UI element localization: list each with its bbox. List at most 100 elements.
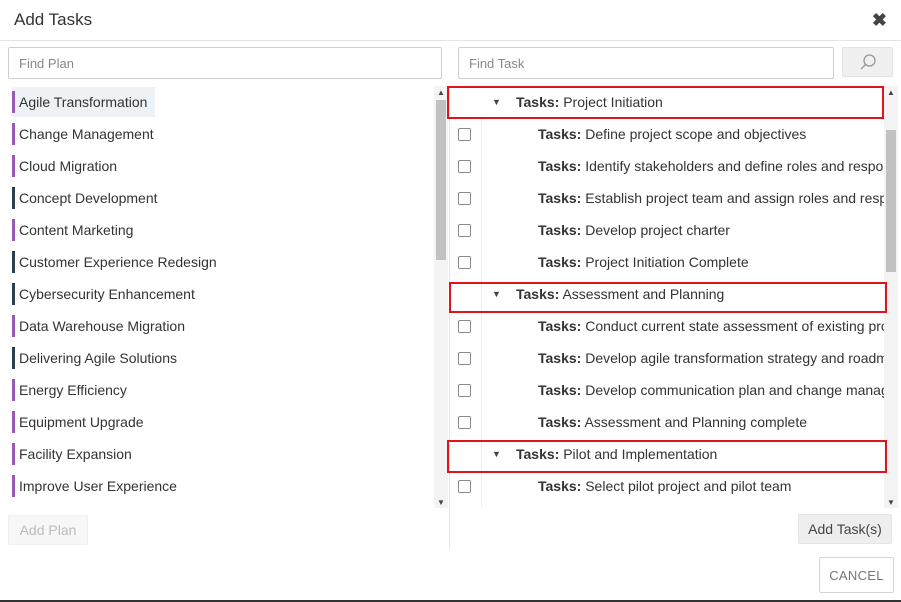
plan-item[interactable]: Improve User Experience [12,471,185,501]
task-prefix: Tasks: [538,382,582,398]
task-prefix: Tasks: [538,190,582,206]
task-checkbox[interactable] [458,223,471,237]
plan-list-scrollbar[interactable]: ▲ ▼ [434,86,448,508]
plan-color-bar [12,91,15,113]
task-checkbox[interactable] [458,383,471,397]
plan-item[interactable]: Facility Expansion [12,439,140,469]
cancel-button[interactable]: CANCEL [819,557,894,593]
task-name: Develop project charter [581,222,730,238]
task-prefix: Tasks: [538,478,582,494]
plan-item[interactable]: Energy Efficiency [12,375,135,405]
task-name: Assessment and Planning complete [581,414,808,430]
dialog-title: Add Tasks [14,10,93,29]
collapse-caret-icon[interactable]: ▼ [492,97,501,107]
task-checkbox[interactable] [458,191,471,205]
task-name: Define project scope and objectives [581,126,807,142]
task-row[interactable]: Tasks: Identify stakeholders and define … [450,150,884,182]
scroll-down-arrow-icon[interactable]: ▼ [884,496,898,508]
task-checkbox[interactable] [458,255,471,269]
plan-color-bar [12,219,15,241]
task-name: Assessment and Planning [559,286,725,302]
scroll-thumb[interactable] [886,130,896,272]
task-row[interactable]: Tasks: Project Initiation Complete [450,246,884,278]
plan-item-label: Cybersecurity Enhancement [19,286,195,302]
task-checkbox[interactable] [458,479,471,493]
task-checkbox[interactable] [458,351,471,365]
search-button[interactable] [842,47,893,77]
task-group-row[interactable]: ▼ Tasks: Project Initiation [450,86,884,118]
plan-color-bar [12,315,15,337]
task-group-row[interactable]: ▼ Tasks: Assessment and Planning [450,278,884,310]
task-checkbox[interactable] [458,415,471,429]
task-row[interactable]: Tasks: Establish project team and assign… [450,182,884,214]
task-prefix: Tasks: [538,254,582,270]
task-prefix: Tasks: [538,350,582,366]
task-label: Tasks: Identify stakeholders and define … [538,158,884,174]
plan-color-bar [12,123,15,145]
task-label: Tasks: Define project scope and objectiv… [538,126,806,142]
plan-item-label: Equipment Upgrade [19,414,144,430]
plan-item-label: Content Marketing [19,222,134,238]
task-label: Tasks: Project Initiation [516,94,663,110]
task-row[interactable]: Tasks: Assessment and Planning complete [450,406,884,438]
scroll-up-arrow-icon[interactable]: ▲ [884,86,898,98]
task-checkbox[interactable] [458,159,471,173]
plan-item[interactable]: Change Management [12,119,162,149]
plan-item[interactable]: Cybersecurity Enhancement [12,279,203,309]
task-label: Tasks: Assessment and Planning complete [538,414,807,430]
task-prefix: Tasks: [538,222,582,238]
task-group-row[interactable]: ▼ Tasks: Pilot and Implementation [450,438,884,470]
task-name: Establish project team and assign roles … [581,190,884,206]
task-row[interactable]: Tasks: Develop agile transformation stra… [450,342,884,374]
task-name: Project Initiation [559,94,663,110]
task-checkbox[interactable] [458,127,471,141]
task-row[interactable]: Tasks: Define project scope and objectiv… [450,118,884,150]
plan-item[interactable]: Equipment Upgrade [12,407,152,437]
plan-item[interactable]: Data Warehouse Migration [12,311,193,341]
add-plan-button[interactable]: Add Plan [8,515,88,545]
task-prefix: Tasks: [538,318,582,334]
task-name: Project Initiation Complete [581,254,749,270]
task-name: Develop agile transformation strategy an… [581,350,884,366]
plan-item[interactable]: Concept Development [12,183,166,213]
plan-color-bar [12,187,15,209]
scroll-thumb[interactable] [436,100,446,260]
plan-item-label: Customer Experience Redesign [19,254,217,270]
plan-item[interactable]: Content Marketing [12,215,141,245]
plan-item-label: Delivering Agile Solutions [19,350,177,366]
plan-color-bar [12,155,15,177]
find-plan-input[interactable] [8,47,442,79]
task-checkbox[interactable] [458,319,471,333]
collapse-caret-icon[interactable]: ▼ [492,449,501,459]
task-prefix: Tasks: [516,286,560,302]
scroll-down-arrow-icon[interactable]: ▼ [434,496,448,508]
task-name: Develop communication plan and change ma… [581,382,884,398]
plan-color-bar [12,443,15,465]
task-label: Tasks: Develop agile transformation stra… [538,350,884,366]
plan-item[interactable]: Delivering Agile Solutions [12,343,185,373]
task-name: Conduct current state assessment of exis… [581,318,884,334]
plan-item[interactable]: Customer Experience Redesign [12,247,225,277]
task-prefix: Tasks: [538,414,582,430]
task-row[interactable]: Tasks: Conduct current state assessment … [450,310,884,342]
add-tasks-button[interactable]: Add Task(s) [798,514,892,544]
close-icon[interactable]: ✖ [872,10,887,30]
scroll-up-arrow-icon[interactable]: ▲ [434,86,448,98]
task-name: Pilot and Implementation [559,446,718,462]
plan-item-label: Energy Efficiency [19,382,127,398]
plan-item[interactable]: Cloud Migration [12,151,125,181]
checkbox-column-divider [481,118,482,508]
task-list-scrollbar[interactable]: ▲ ▼ [884,86,898,508]
plan-item-label: Facility Expansion [19,446,132,462]
find-task-input[interactable] [458,47,834,79]
task-row[interactable]: Tasks: Develop project charter [450,214,884,246]
plan-color-bar [12,283,15,305]
task-row[interactable]: Tasks: Develop communication plan and ch… [450,374,884,406]
plan-color-bar [12,475,15,497]
title-divider [0,40,901,41]
plan-item[interactable]: Agile Transformation [12,87,156,117]
task-label: Tasks: Conduct current state assessment … [538,318,884,334]
plan-color-bar [12,251,15,273]
collapse-caret-icon[interactable]: ▼ [492,289,501,299]
task-row[interactable]: Tasks: Select pilot project and pilot te… [450,470,884,502]
